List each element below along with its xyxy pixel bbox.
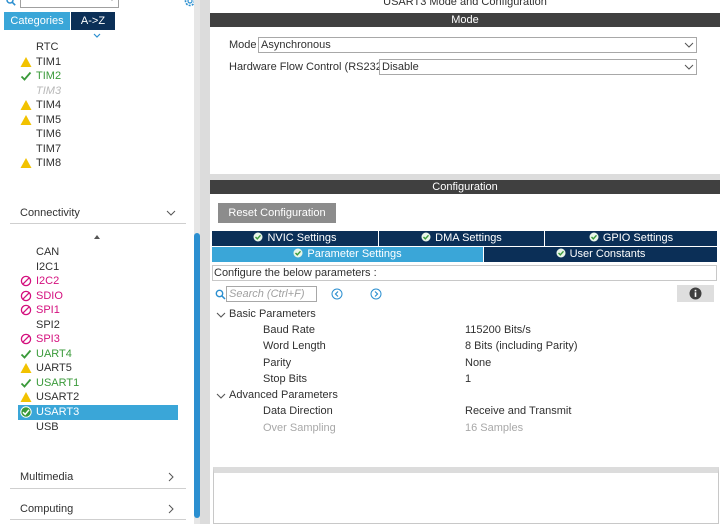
param-name-stop-bits: Stop Bits bbox=[263, 373, 308, 385]
chevron-down-icon bbox=[684, 42, 694, 48]
blocked-icon bbox=[20, 304, 32, 316]
chevron-down-icon bbox=[684, 64, 694, 70]
divider bbox=[10, 223, 186, 224]
param-name-over-sampling: Over Sampling bbox=[263, 422, 336, 434]
mode-configuration-pane: USART3 Mode and Configuration Mode Mode … bbox=[210, 0, 720, 524]
tab-user-constants[interactable]: User Constants bbox=[484, 247, 717, 262]
tab-nvic-settings[interactable]: NVIC Settings bbox=[212, 231, 378, 246]
param-value-stop-bits[interactable]: 1 bbox=[465, 371, 471, 387]
warning-icon bbox=[20, 57, 32, 67]
scroll-up-chevron-icon[interactable] bbox=[93, 234, 101, 240]
mode-panel: Mode Asynchronous Hardware Flow Control … bbox=[210, 27, 720, 174]
tab-parameter-settings[interactable]: Parameter Settings bbox=[212, 247, 483, 262]
divider bbox=[10, 519, 186, 520]
blocked-icon bbox=[20, 333, 32, 345]
mode-label: Mode bbox=[229, 39, 257, 51]
param-value-over-sampling: 16 Samples bbox=[465, 422, 524, 434]
warning-icon bbox=[20, 115, 32, 125]
parameter-settings-panel: Configure the below parameters : Search … bbox=[210, 263, 720, 524]
param-name-parity: Parity bbox=[263, 357, 292, 369]
checkmark-circle-icon bbox=[421, 232, 431, 242]
tree-search-input[interactable] bbox=[20, 0, 119, 8]
warning-icon bbox=[20, 158, 32, 168]
checkmark-circle-icon bbox=[20, 406, 32, 418]
chevron-down-icon[interactable] bbox=[216, 310, 226, 320]
checkmark-circle-icon bbox=[253, 232, 263, 242]
chevron-down-icon[interactable] bbox=[216, 391, 226, 401]
warning-icon bbox=[20, 392, 32, 402]
scroll-up-chevron-icon[interactable] bbox=[93, 33, 101, 39]
advanced-parameters-group[interactable]: Advanced Parameters bbox=[229, 387, 338, 403]
category-multimedia[interactable]: Multimedia bbox=[20, 469, 73, 485]
checkmark-icon bbox=[20, 71, 32, 81]
blocked-icon bbox=[20, 275, 32, 287]
chevron-right-icon[interactable] bbox=[166, 504, 176, 514]
param-value-parity[interactable]: None bbox=[465, 355, 491, 371]
param-value-baud-rate[interactable]: 115200 Bits/s bbox=[465, 322, 531, 338]
divider bbox=[10, 488, 186, 489]
param-name-data-direction: Data Direction bbox=[263, 405, 333, 417]
tab-categories[interactable]: Categories bbox=[4, 12, 70, 30]
tree-search-row bbox=[0, 0, 198, 12]
search-icon bbox=[215, 289, 226, 300]
warning-icon bbox=[20, 100, 32, 110]
chevron-down-icon[interactable] bbox=[107, 0, 117, 6]
stm32cubemx-window: Categories A->Z RTC TIM1 TIM2 TIM3 TIM4 … bbox=[0, 0, 720, 524]
hw-flow-control-label: Hardware Flow Control (RS232) bbox=[229, 61, 386, 73]
configuration-header: Configuration bbox=[210, 180, 720, 194]
hw-flow-control-select[interactable]: Disable bbox=[379, 59, 697, 75]
param-name-baud-rate: Baud Rate bbox=[263, 324, 315, 336]
configure-hint: Configure the below parameters : bbox=[212, 265, 717, 281]
parameter-search-input[interactable]: Search (Ctrl+F) bbox=[226, 286, 317, 302]
component-tree-pane: Categories A->Z RTC TIM1 TIM2 TIM3 TIM4 … bbox=[0, 0, 198, 524]
checkmark-icon bbox=[20, 349, 32, 359]
param-value-word-length[interactable]: 8 Bits (including Parity) bbox=[465, 338, 578, 354]
search-icon bbox=[6, 0, 16, 6]
basic-parameters-group[interactable]: Basic Parameters bbox=[229, 306, 316, 322]
category-computing[interactable]: Computing bbox=[20, 501, 73, 517]
previous-match-icon[interactable] bbox=[331, 288, 343, 300]
warning-icon bbox=[20, 363, 32, 373]
next-match-icon[interactable] bbox=[370, 288, 382, 300]
chevron-down-icon[interactable] bbox=[166, 208, 176, 218]
pane-splitter[interactable] bbox=[200, 0, 210, 524]
tab-dma-settings[interactable]: DMA Settings bbox=[379, 231, 544, 246]
tab-a-to-z[interactable]: A->Z bbox=[71, 12, 115, 30]
param-value-data-direction[interactable]: Receive and Transmit bbox=[465, 403, 571, 419]
reset-configuration-button[interactable]: Reset Configuration bbox=[218, 203, 336, 223]
chevron-right-icon[interactable] bbox=[166, 472, 176, 482]
checkmark-circle-icon bbox=[589, 232, 599, 242]
mode-select[interactable]: Asynchronous bbox=[258, 37, 697, 53]
parameter-description-panel bbox=[213, 467, 719, 524]
info-button[interactable] bbox=[677, 285, 714, 302]
checkmark-icon bbox=[20, 378, 32, 388]
info-icon bbox=[689, 287, 702, 300]
checkmark-circle-icon bbox=[556, 248, 566, 258]
mode-header: Mode bbox=[210, 13, 720, 27]
category-connectivity[interactable]: Connectivity bbox=[20, 205, 80, 221]
blocked-icon bbox=[20, 290, 32, 302]
page-title: USART3 Mode and Configuration bbox=[383, 0, 547, 8]
param-name-word-length: Word Length bbox=[263, 340, 326, 352]
tab-gpio-settings[interactable]: GPIO Settings bbox=[545, 231, 717, 246]
checkmark-circle-icon bbox=[293, 248, 303, 258]
